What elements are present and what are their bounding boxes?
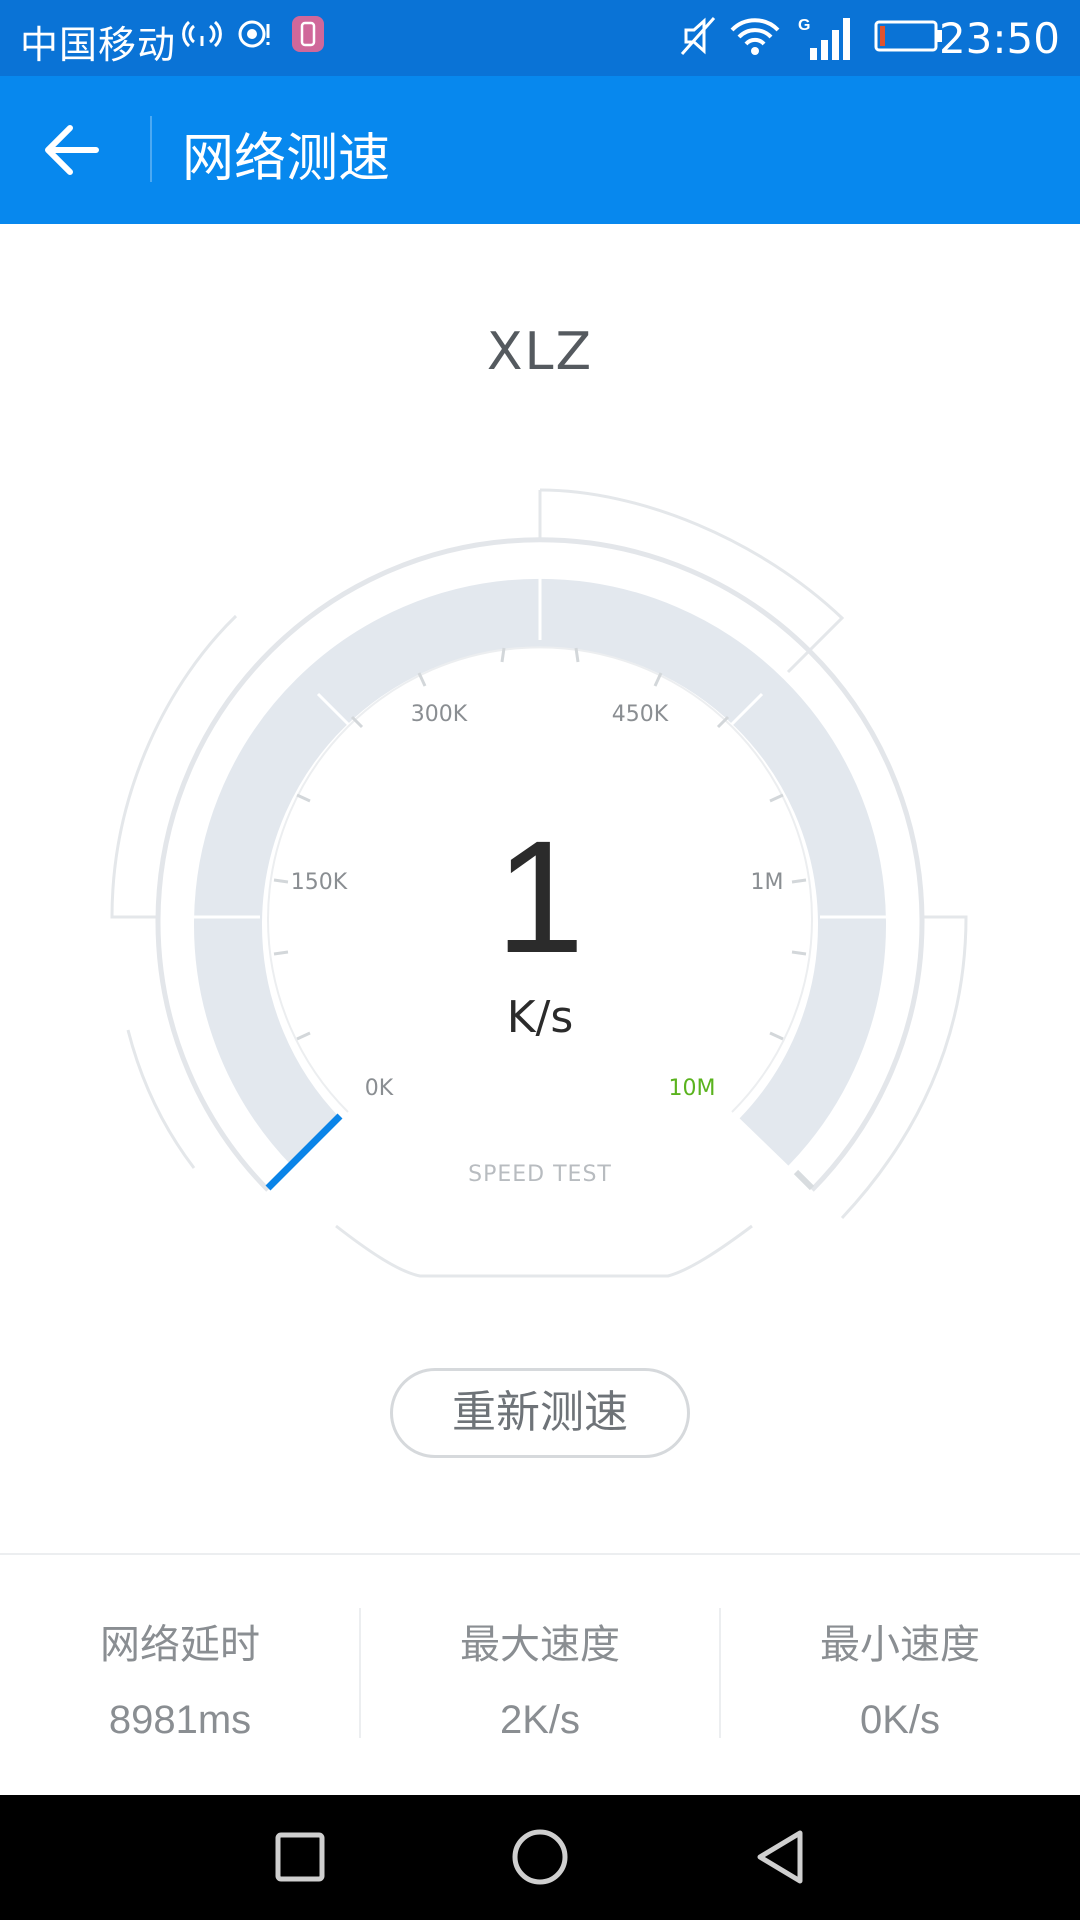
stat-min-speed: 最小速度 0K/s xyxy=(720,1612,1080,1743)
retest-button[interactable]: 重新测速 xyxy=(390,1368,690,1458)
square-icon xyxy=(275,1832,325,1882)
stat-latency: 网络延时 8981ms xyxy=(0,1612,360,1743)
tick-label-300k: 300K xyxy=(411,702,468,727)
mute-icon xyxy=(678,14,718,62)
stat-max-speed: 最大速度 2K/s xyxy=(360,1612,720,1743)
system-nav-bar xyxy=(0,1795,1080,1920)
current-speed-value: 1 xyxy=(495,807,585,986)
status-bar: 中国移动 G 23:50 xyxy=(0,0,1080,76)
speed-test-caption: SPEED TEST xyxy=(468,1162,612,1187)
stat-label: 最小速度 xyxy=(820,1622,980,1668)
back-arrow-icon xyxy=(45,125,99,175)
tick-label-0k: 0K xyxy=(365,1076,394,1101)
gauge-frame-bottom xyxy=(335,1224,753,1278)
home-button[interactable] xyxy=(510,1827,570,1887)
page-title: 网络测速 xyxy=(182,129,391,189)
triangle-back-icon xyxy=(757,1830,803,1884)
tick-label-450k: 450K xyxy=(612,702,669,727)
signal-icon: G xyxy=(796,14,852,66)
svg-text:G: G xyxy=(798,17,810,34)
stat-value: 0K/s xyxy=(859,1698,941,1742)
back-button[interactable] xyxy=(40,120,104,180)
wifi-icon xyxy=(728,14,782,62)
hotspot-icon xyxy=(182,14,222,58)
stat-value: 2K/s xyxy=(499,1698,581,1742)
app-bar: 网络测速 xyxy=(0,76,1080,224)
tick-label-10m: 10M xyxy=(669,1076,716,1101)
app-notification-icon xyxy=(290,14,326,58)
location-icon xyxy=(234,14,274,58)
stats-divider xyxy=(0,1553,1080,1555)
network-ssid: XLZ xyxy=(486,322,594,382)
app-bar-divider xyxy=(150,116,152,182)
gauge-frame-lower-left xyxy=(126,1029,196,1169)
stat-label: 最大速度 xyxy=(460,1622,620,1668)
stat-value: 8981ms xyxy=(108,1698,252,1742)
carrier-name: 中国移动 xyxy=(20,23,177,67)
back-nav-button[interactable] xyxy=(750,1827,810,1887)
circle-icon xyxy=(512,1829,568,1885)
clock: 23:50 xyxy=(938,14,1060,63)
stat-label: 网络延时 xyxy=(100,1622,260,1668)
current-speed-unit: K/s xyxy=(506,992,574,1043)
recents-button[interactable] xyxy=(270,1827,330,1887)
battery-icon xyxy=(874,14,944,62)
